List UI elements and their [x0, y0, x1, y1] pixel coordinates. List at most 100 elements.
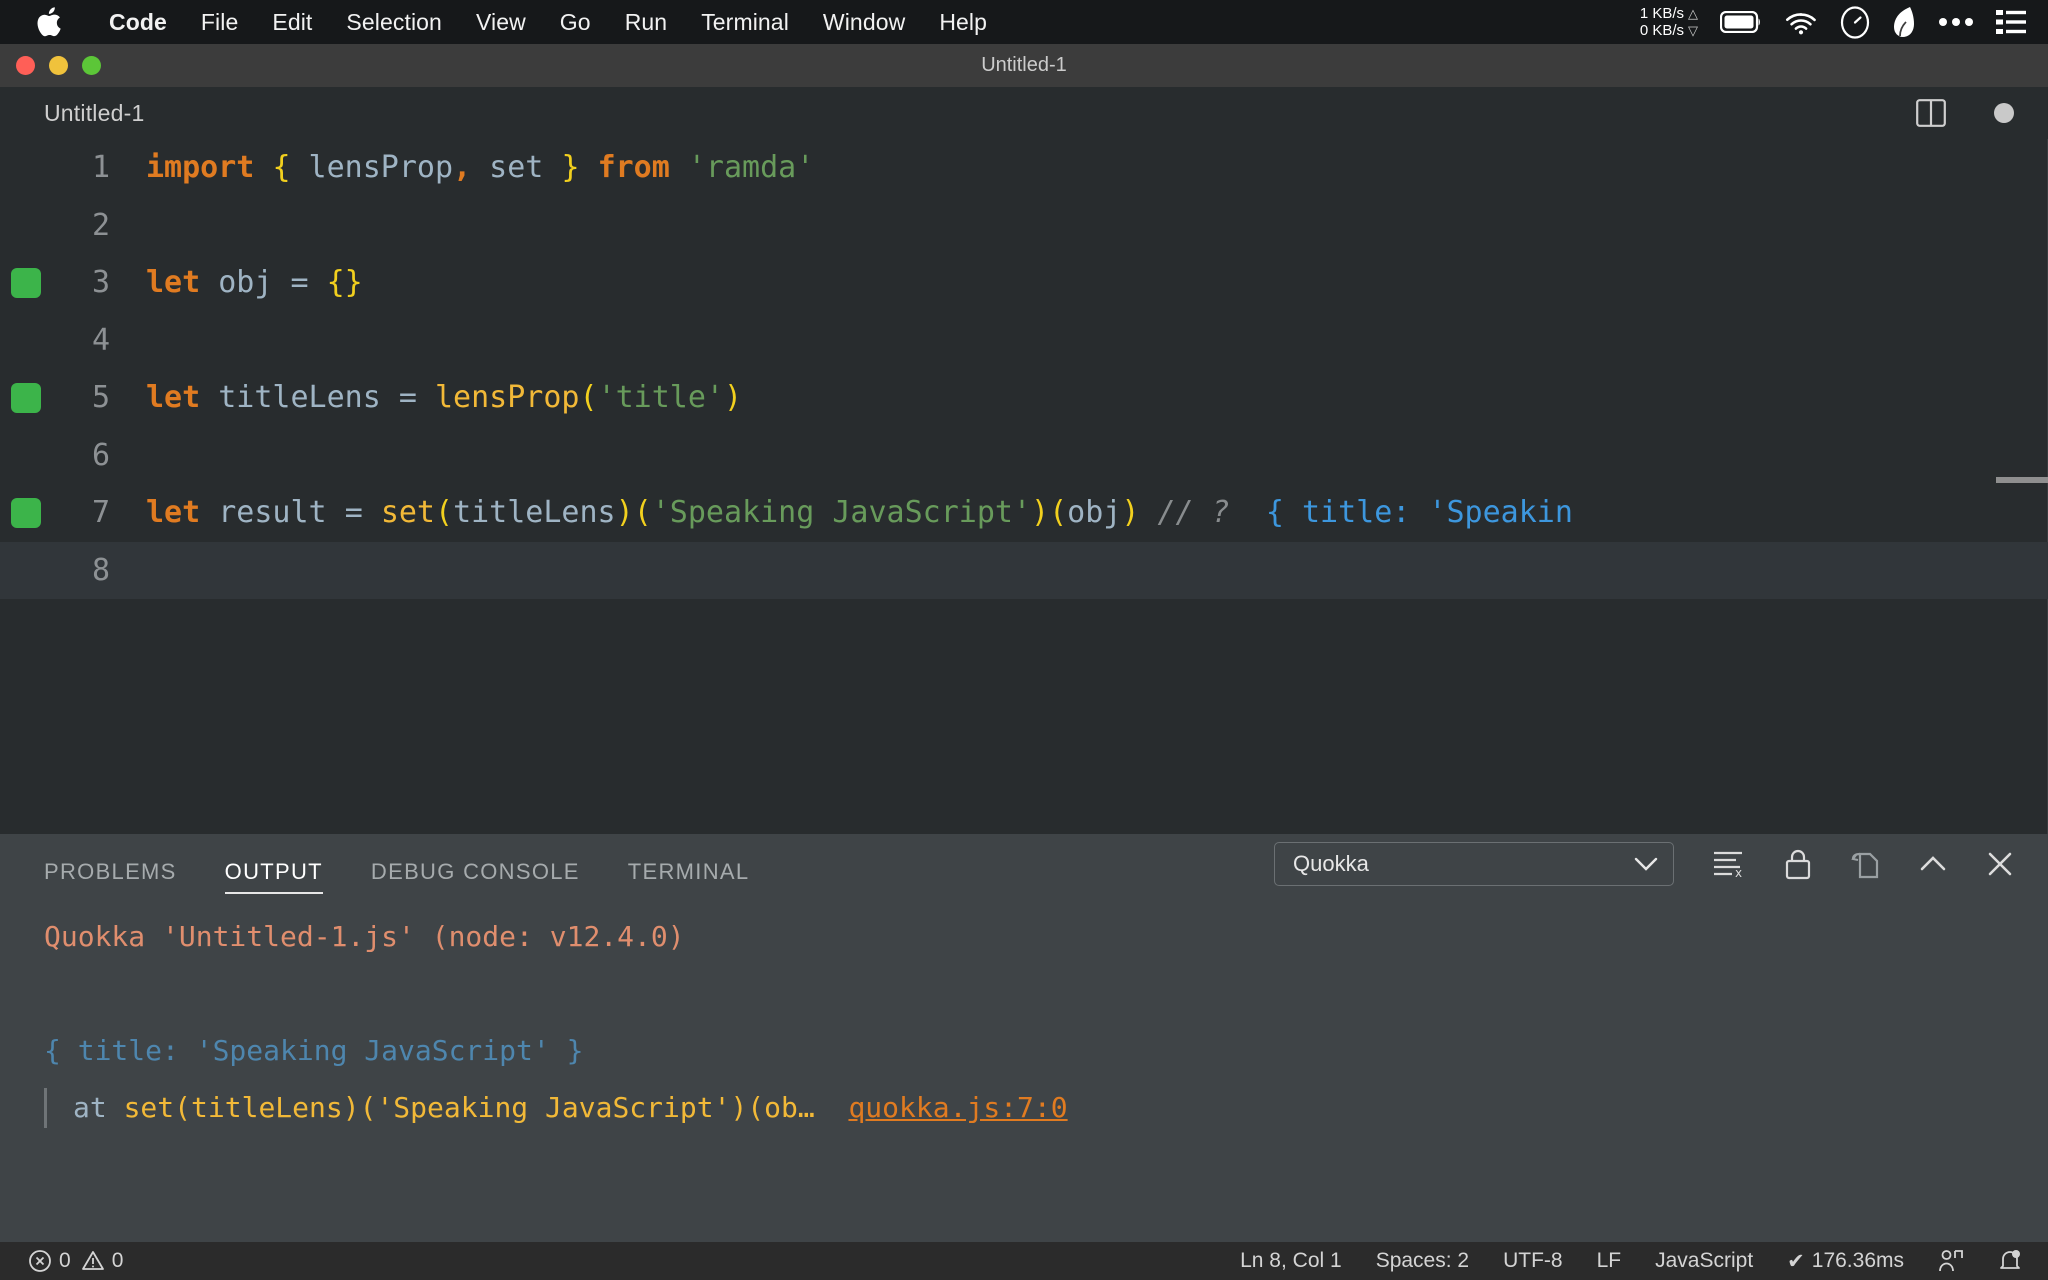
- menu-item-terminal[interactable]: Terminal: [684, 0, 806, 44]
- code-token: lensProp: [435, 380, 580, 416]
- battery-icon[interactable]: [1720, 11, 1762, 33]
- output-value-line: { title: 'Speaking JavaScript' }: [0, 1022, 2048, 1079]
- code-token: (: [579, 380, 598, 416]
- menu-item-edit[interactable]: Edit: [255, 0, 329, 44]
- apple-logo-icon[interactable]: [36, 7, 62, 37]
- menu-bar-status-items: 1 KB/s 0 KB/s △ ▽: [1640, 0, 2048, 44]
- code-line-3[interactable]: 3 let obj = {}: [0, 254, 2048, 312]
- trace-call-text: set(titleLens)('Speaking JavaScript')(ob…: [123, 1091, 815, 1124]
- wifi-icon[interactable]: [1784, 10, 1818, 35]
- status-bar: 0 0 Ln 8, Col 1 Spaces: 2 UTF-8 LF JavaS…: [0, 1242, 2048, 1280]
- output-channel-select[interactable]: Quokka: [1274, 842, 1674, 886]
- menu-item-code[interactable]: Code: [92, 0, 184, 44]
- close-panel-icon[interactable]: [1986, 850, 2014, 878]
- menu-item-file[interactable]: File: [184, 0, 255, 44]
- code-line-2[interactable]: 2: [0, 197, 2048, 255]
- upload-arrow-icon: △: [1688, 6, 1698, 21]
- status-cursor-position[interactable]: Ln 8, Col 1: [1240, 1249, 1342, 1273]
- panel-tab-problems[interactable]: PROBLEMS: [44, 861, 177, 894]
- code-token: (: [633, 495, 652, 531]
- code-line-text: let obj = {}: [128, 265, 363, 300]
- status-quokka-timing[interactable]: ✔ 176.36ms: [1787, 1249, 1904, 1274]
- unsaved-dot-icon[interactable]: [1994, 103, 2014, 123]
- menu-item-help[interactable]: Help: [922, 0, 1004, 44]
- code-line-8[interactable]: 8: [0, 541, 2048, 599]
- code-line-7[interactable]: 7 let result = set(titleLens)('Speaking J…: [0, 484, 2048, 542]
- line-number: 2: [91, 207, 110, 243]
- menu-item-view[interactable]: View: [459, 0, 543, 44]
- code-line-1[interactable]: 1 import { lensProp, set } from 'ramda': [0, 139, 2048, 197]
- panel-tab-terminal[interactable]: TERMINAL: [628, 861, 750, 894]
- code-token: let: [146, 380, 201, 416]
- code-token: ): [1031, 495, 1050, 531]
- status-warnings[interactable]: 0: [81, 1249, 123, 1273]
- traffic-lights: [16, 44, 101, 87]
- status-errors[interactable]: 0: [28, 1249, 71, 1273]
- status-language-mode[interactable]: JavaScript: [1655, 1249, 1753, 1273]
- editor-tab-untitled-1[interactable]: Untitled-1: [0, 100, 144, 127]
- live-share-icon[interactable]: [1938, 1248, 1964, 1274]
- code-token: {: [272, 150, 291, 186]
- quokka-coverage-marker: [11, 267, 41, 298]
- leaf-icon[interactable]: [1892, 6, 1916, 38]
- menu-item-window[interactable]: Window: [806, 0, 922, 44]
- code-token: result: [200, 495, 345, 531]
- code-token: =: [290, 265, 309, 301]
- status-indentation[interactable]: Spaces: 2: [1376, 1249, 1469, 1273]
- menu-item-run[interactable]: Run: [608, 0, 685, 44]
- output-header-text: Quokka 'Untitled-1.js' (node: v12.4.0): [44, 920, 685, 953]
- window-title-bar: Untitled-1: [0, 44, 2048, 87]
- code-lines: 1 import { lensProp, set } from 'ramda' 2 3…: [0, 139, 2048, 599]
- quokka-coverage-marker: [11, 382, 41, 413]
- code-token: titleLens: [453, 495, 616, 531]
- line-number: 8: [91, 552, 110, 588]
- code-token: (: [1049, 495, 1068, 531]
- menu-item-selection[interactable]: Selection: [329, 0, 459, 44]
- status-eol[interactable]: LF: [1597, 1249, 1622, 1273]
- panel-tab-debug-console[interactable]: DEBUG CONSOLE: [371, 861, 580, 894]
- bottom-panel: PROBLEMS OUTPUT DEBUG CONSOLE TERMINAL Quok…: [0, 834, 2048, 1242]
- code-token: let: [146, 265, 201, 301]
- code-token: =: [398, 380, 417, 416]
- code-token: ): [1121, 495, 1140, 531]
- menu-item-go[interactable]: Go: [543, 0, 608, 44]
- close-button[interactable]: [16, 56, 35, 75]
- ellipsis-icon[interactable]: [1938, 17, 1974, 27]
- output-panel-body[interactable]: Quokka 'Untitled-1.js' (node: v12.4.0) { …: [0, 894, 2048, 1242]
- zoom-button[interactable]: [82, 56, 101, 75]
- status-bar-left: 0 0: [0, 1249, 123, 1273]
- output-channel-value: Quokka: [1293, 851, 1369, 876]
- notifications-bell-icon[interactable]: [1998, 1248, 2022, 1274]
- code-editor[interactable]: 1 import { lensProp, set } from 'ramda' 2 3…: [0, 139, 2048, 834]
- code-token: let: [146, 495, 201, 531]
- line-number: 6: [91, 437, 110, 473]
- chevron-down-icon: [1633, 856, 1659, 872]
- svg-text:x: x: [1735, 866, 1742, 879]
- speedometer-icon[interactable]: [1840, 5, 1870, 39]
- code-token: { title: 'Speakin: [1229, 495, 1573, 531]
- status-encoding[interactable]: UTF-8: [1503, 1249, 1563, 1273]
- panel-tab-list: PROBLEMS OUTPUT DEBUG CONSOLE TERMINAL: [0, 834, 749, 894]
- code-line-5[interactable]: 5 let titleLens = lensProp('title'): [0, 369, 2048, 427]
- network-speed-indicator[interactable]: 1 KB/s 0 KB/s △ ▽: [1640, 5, 1698, 39]
- code-token: =: [344, 495, 363, 531]
- trace-at-keyword: at: [73, 1091, 124, 1124]
- download-arrow-icon: ▽: [1688, 23, 1698, 38]
- code-line-6[interactable]: 6: [0, 427, 2048, 485]
- network-upload-value: 1 KB/s: [1639, 5, 1684, 22]
- lock-icon[interactable]: [1784, 848, 1812, 880]
- code-line-4[interactable]: 4: [0, 312, 2048, 370]
- trace-source-link[interactable]: quokka.js:7:0: [848, 1091, 1067, 1124]
- panel-tab-output[interactable]: OUTPUT: [224, 861, 324, 894]
- control-center-icon[interactable]: [1996, 9, 2026, 35]
- minimize-button[interactable]: [49, 56, 68, 75]
- maximize-panel-icon[interactable]: [1918, 853, 1948, 875]
- quokka-coverage-marker: [11, 497, 41, 528]
- open-in-editor-icon[interactable]: [1850, 848, 1880, 880]
- split-editor-icon[interactable]: [1916, 99, 1946, 127]
- clear-output-icon[interactable]: x: [1712, 849, 1746, 879]
